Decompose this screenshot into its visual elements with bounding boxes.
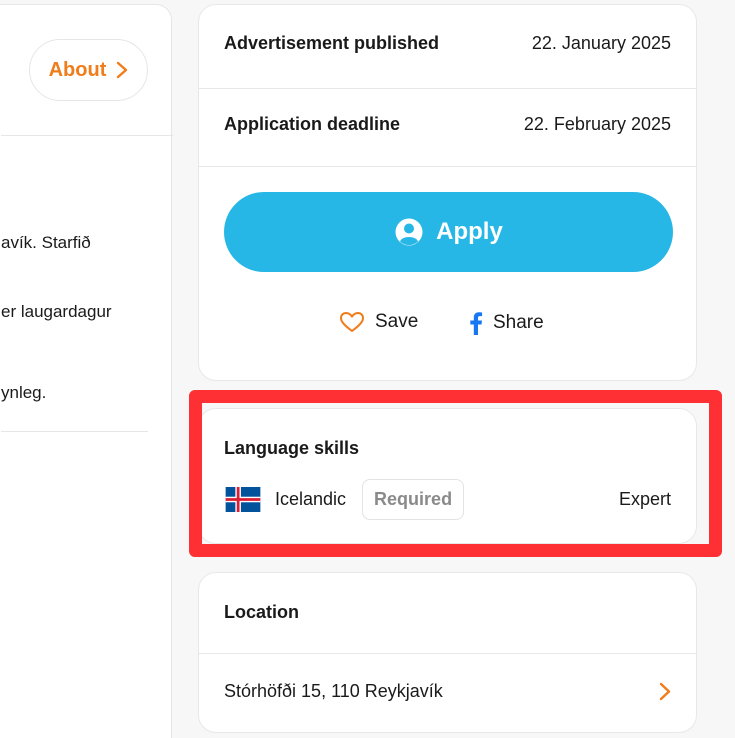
published-value: 22. January 2025 bbox=[531, 33, 671, 53]
job-description-card: About avík. Starfið er laugardagur ynleg… bbox=[0, 4, 173, 738]
about-button[interactable]: About bbox=[29, 39, 148, 101]
iceland-flag-icon bbox=[225, 487, 261, 512]
deadline-row: Application deadline 22. February 2025 bbox=[224, 114, 671, 135]
location-card: Location Stórhöfði 15, 110 Reykjavík bbox=[198, 572, 697, 733]
divider bbox=[199, 653, 696, 654]
required-badge: Required bbox=[362, 479, 465, 520]
description-line: er laugardagur bbox=[1, 302, 112, 321]
deadline-label: Application deadline bbox=[224, 114, 401, 134]
about-button-label: About bbox=[48, 58, 107, 81]
save-label: Save bbox=[375, 311, 419, 332]
published-label: Advertisement published bbox=[224, 33, 440, 53]
apply-label: Apply bbox=[436, 218, 503, 245]
divider bbox=[199, 166, 696, 167]
apply-button[interactable]: Apply bbox=[224, 192, 673, 272]
published-row: Advertisement published 22. January 2025 bbox=[224, 33, 671, 54]
divider bbox=[199, 88, 696, 89]
language-name: Icelandic bbox=[275, 489, 347, 509]
user-icon bbox=[395, 218, 423, 246]
language-skills-card: Language skills Icelandic Required Exper… bbox=[198, 408, 697, 544]
location-link[interactable]: Stórhöfði 15, 110 Reykjavík bbox=[224, 681, 671, 702]
share-button[interactable]: Share bbox=[469, 311, 544, 335]
deadline-value: 22. February 2025 bbox=[523, 114, 671, 134]
language-row: Icelandic Required Expert bbox=[224, 479, 671, 520]
divider bbox=[1, 431, 148, 432]
job-summary-card: Advertisement published 22. January 2025… bbox=[198, 4, 697, 381]
share-label: Share bbox=[493, 312, 544, 333]
location-address: Stórhöfði 15, 110 Reykjavík bbox=[224, 681, 443, 701]
heart-icon bbox=[340, 312, 364, 332]
facebook-icon bbox=[470, 312, 483, 335]
language-level: Expert bbox=[618, 489, 671, 509]
language-skills-title: Language skills bbox=[224, 438, 360, 458]
description-line: ynleg. bbox=[1, 383, 47, 402]
divider bbox=[1, 135, 173, 136]
chevron-right-icon bbox=[659, 682, 671, 701]
save-button[interactable]: Save bbox=[339, 311, 418, 333]
location-title: Location bbox=[224, 602, 299, 622]
description-line: avík. Starfið bbox=[1, 233, 91, 252]
chevron-right-icon bbox=[117, 61, 128, 79]
